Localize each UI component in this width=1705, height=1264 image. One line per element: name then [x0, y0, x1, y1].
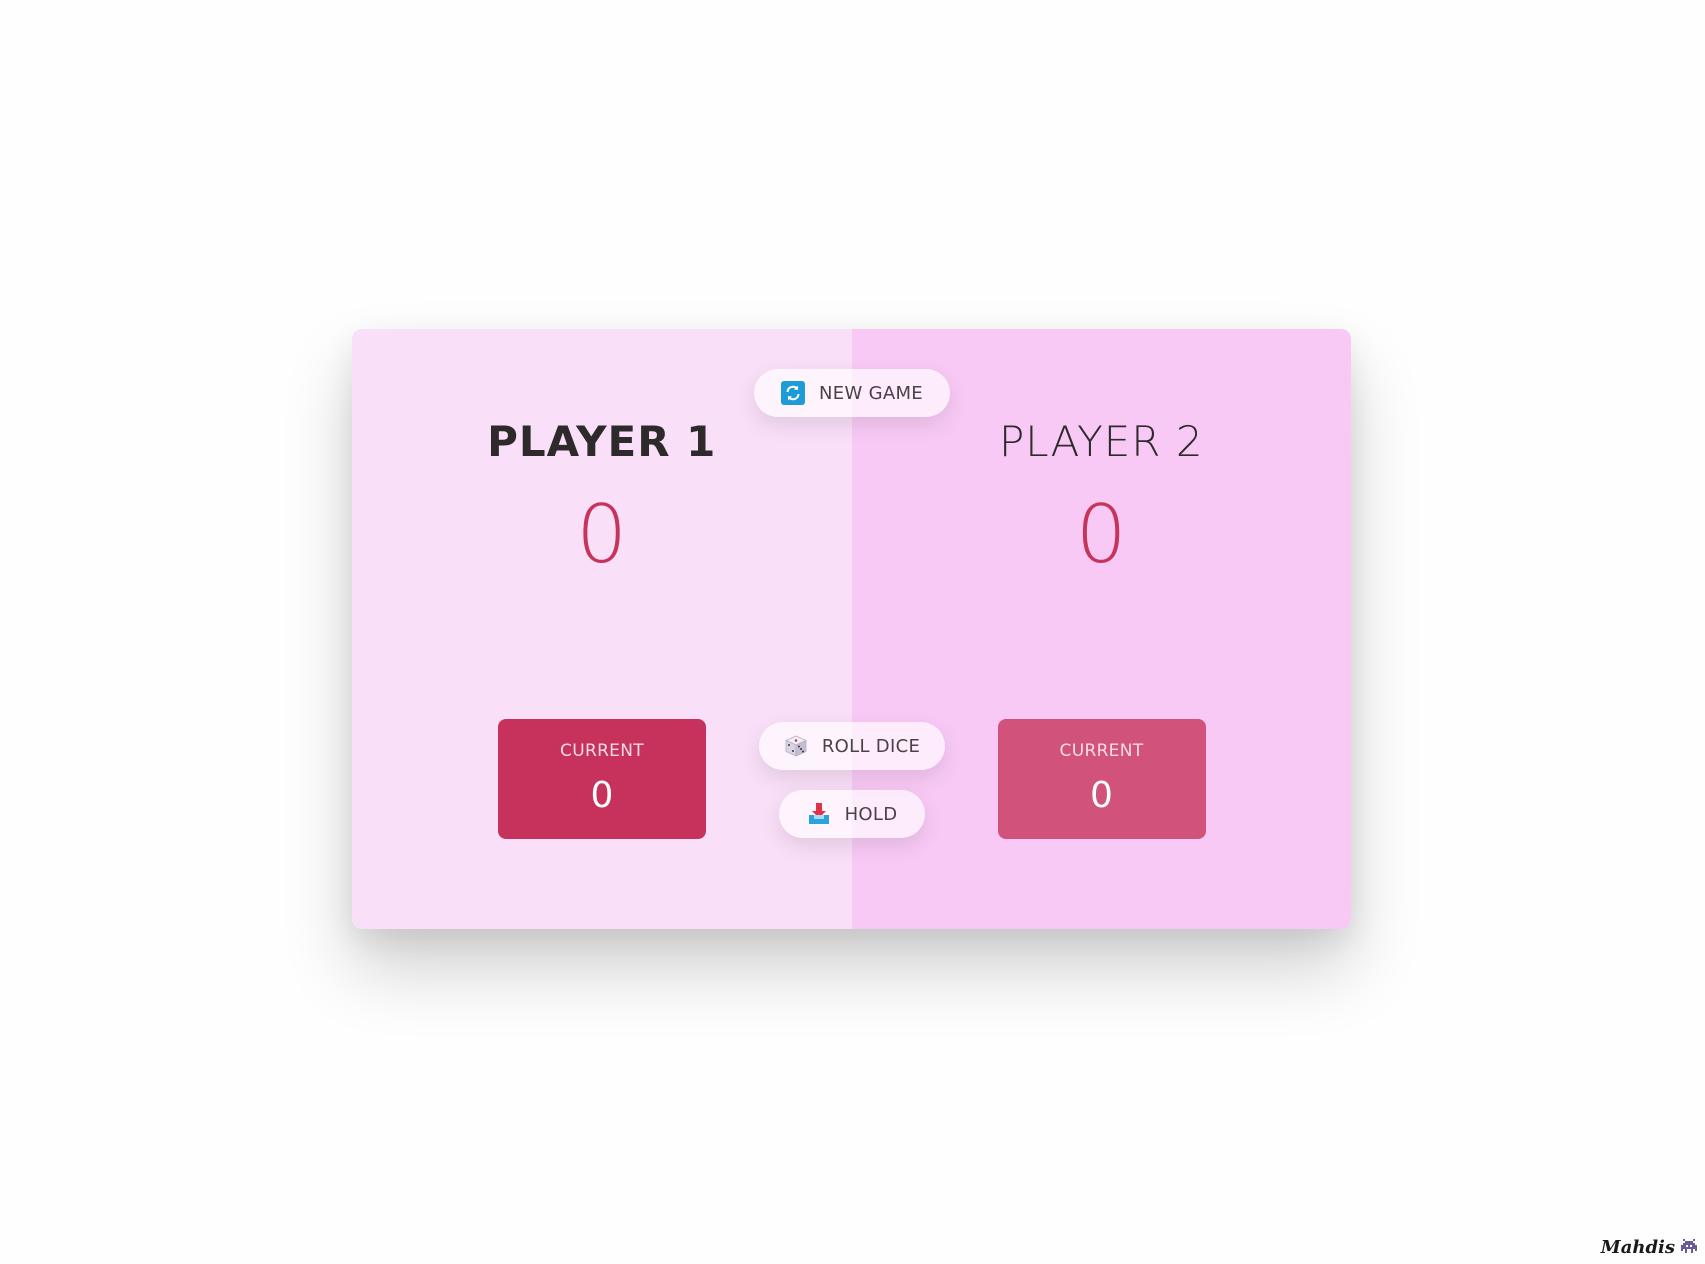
dice-icon [784, 734, 808, 758]
player-1-score: 0 [576, 488, 628, 581]
hold-label: HOLD [844, 803, 898, 825]
player-2-current-score: 0 [1090, 775, 1113, 816]
player-1-panel: PLAYER 1 0 CURRENT 0 [352, 329, 852, 929]
roll-dice-label: ROLL DICE [821, 735, 921, 757]
refresh-icon [781, 381, 806, 405]
player-2-current-box: CURRENT 0 [997, 719, 1206, 839]
player-1-name: PLAYER 1 [487, 417, 717, 466]
player-2-panel: PLAYER 2 0 CURRENT 0 [851, 329, 1351, 929]
player-2-name: PLAYER 2 [998, 417, 1204, 466]
author-signature: Mahdis [1601, 1237, 1699, 1258]
new-game-label: NEW GAME [819, 382, 923, 404]
signature-text: Mahdis [1600, 1237, 1675, 1258]
player-1-current-score: 0 [590, 775, 614, 816]
player-1-current-box: CURRENT 0 [498, 719, 706, 839]
player-1-current-label: CURRENT [560, 741, 644, 761]
new-game-button[interactable]: NEW GAME [754, 369, 950, 417]
inbox-tray-icon [807, 802, 831, 826]
space-invader-icon [1679, 1238, 1699, 1258]
hold-button[interactable]: HOLD [779, 790, 925, 838]
player-2-score: 0 [1075, 488, 1127, 581]
roll-dice-button[interactable]: ROLL DICE [759, 722, 945, 770]
game-board: PLAYER 1 0 CURRENT 0 PLAYER 2 0 CURRENT … [352, 329, 1351, 929]
player-2-current-label: CURRENT [1059, 741, 1144, 761]
